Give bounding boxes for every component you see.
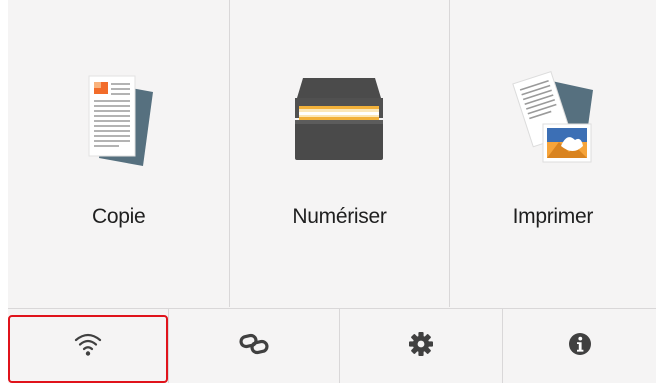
link-icon <box>239 333 269 360</box>
scan-label: Numériser <box>292 205 387 228</box>
wireless-connect-button[interactable] <box>169 309 340 383</box>
scanner-icon <box>289 68 389 168</box>
gear-icon <box>408 331 434 362</box>
print-label: Imprimer <box>512 205 594 228</box>
copy-tile[interactable]: Copie <box>8 0 231 307</box>
print-photo-icon <box>503 68 603 168</box>
printer-home-screen: Copie Numériser Imprimer <box>8 0 656 383</box>
info-icon <box>568 332 592 361</box>
wifi-icon <box>73 331 103 362</box>
info-button[interactable] <box>503 309 656 383</box>
copy-label: Copie <box>91 205 146 228</box>
print-tile[interactable]: Imprimer <box>449 0 656 307</box>
copy-document-icon <box>69 68 169 168</box>
function-tiles: Copie Numériser Imprimer <box>8 0 656 307</box>
scan-tile[interactable]: Numériser <box>230 0 450 307</box>
wireless-lan-button[interactable] <box>8 309 169 383</box>
bottom-menu-bar <box>8 308 656 383</box>
setup-button[interactable] <box>340 309 503 383</box>
